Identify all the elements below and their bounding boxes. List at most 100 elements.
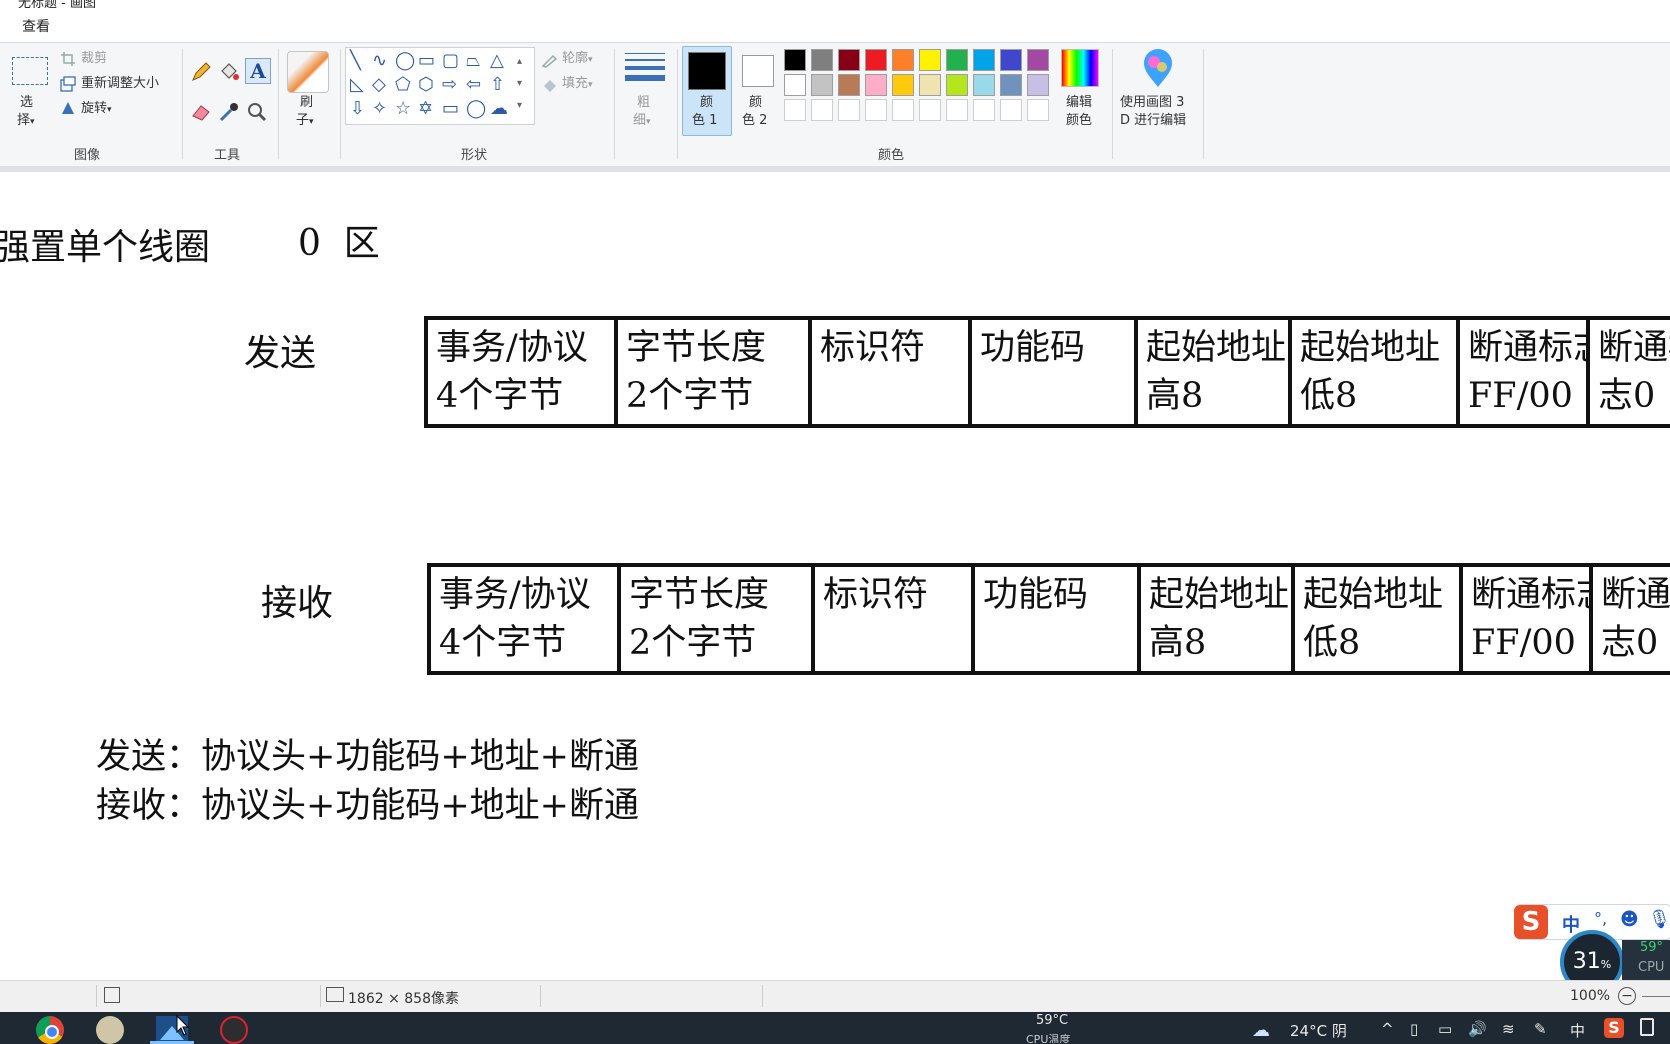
drawing-canvas[interactable]: 强置单个线圈 0 区 发送 接收 事务/协议 4个字节 字节长度 2个字节 标识符 功能码… bbox=[0, 172, 1670, 980]
right-triangle-shape-icon[interactable]: ◺ bbox=[350, 74, 364, 96]
palette-swatch[interactable] bbox=[973, 49, 995, 71]
zoom-out-icon[interactable]: − bbox=[1618, 987, 1636, 1005]
ime-indicator[interactable]: 中 bbox=[1570, 1020, 1585, 1041]
hexagon-shape-icon[interactable]: ⬡ bbox=[418, 74, 434, 96]
brush-icon[interactable] bbox=[287, 51, 329, 93]
pencil-icon[interactable] bbox=[190, 61, 212, 83]
diamond-shape-icon[interactable]: ◇ bbox=[372, 74, 386, 96]
crop-icon[interactable] bbox=[60, 51, 76, 67]
magnifier-icon[interactable] bbox=[246, 101, 268, 123]
outline-button[interactable]: 轮廓▾ bbox=[562, 49, 593, 70]
wifi-icon[interactable]: ≋ bbox=[1502, 1020, 1515, 1038]
palette-swatch[interactable] bbox=[811, 74, 833, 96]
emoji-icon[interactable]: ☻ bbox=[1620, 909, 1639, 930]
palette-swatch[interactable] bbox=[973, 74, 995, 96]
rotate-icon[interactable] bbox=[60, 100, 76, 116]
eraser-icon[interactable] bbox=[190, 101, 212, 123]
palette-swatch[interactable] bbox=[892, 74, 914, 96]
star5-shape-icon[interactable]: ☆ bbox=[395, 98, 411, 120]
notification-icon[interactable] bbox=[1640, 1018, 1654, 1036]
frame-cell: 标识符 bbox=[812, 320, 972, 424]
arrow-down-shape-icon[interactable]: ⇩ bbox=[350, 98, 365, 120]
weather-text[interactable]: 24°C 阴 bbox=[1290, 1020, 1347, 1041]
cloud-shape-icon[interactable]: ☁ bbox=[490, 98, 508, 120]
palette-swatch-empty[interactable] bbox=[1027, 99, 1049, 121]
palette-swatch[interactable] bbox=[784, 74, 806, 96]
palette-swatch-empty[interactable] bbox=[1000, 99, 1022, 121]
palette-swatch[interactable] bbox=[838, 74, 860, 96]
pen-icon[interactable]: ✎ bbox=[1534, 1020, 1547, 1038]
paint3d-label-2[interactable]: D 进行编辑 bbox=[1120, 111, 1186, 131]
paint3d-label-1[interactable]: 使用画图 3 bbox=[1120, 93, 1184, 113]
palette-swatch[interactable] bbox=[865, 74, 887, 96]
edit-colors-icon[interactable] bbox=[1061, 49, 1099, 87]
callout-oval-shape-icon[interactable]: ◯ bbox=[466, 98, 486, 120]
weather-icon[interactable]: ☁ bbox=[1252, 1020, 1270, 1041]
color2-swatch[interactable] bbox=[742, 55, 774, 87]
callout-rect-shape-icon[interactable]: ▭ bbox=[442, 98, 459, 120]
outline-icon[interactable] bbox=[541, 52, 557, 68]
curve-shape-icon[interactable]: ∿ bbox=[372, 50, 387, 72]
pentagon-shape-icon[interactable]: ⬠ bbox=[395, 74, 411, 96]
select-icon[interactable] bbox=[12, 57, 48, 85]
paint-app-icon[interactable] bbox=[96, 1016, 124, 1044]
sogou-tray-icon[interactable]: S bbox=[1604, 1018, 1624, 1038]
palette-swatch[interactable] bbox=[946, 74, 968, 96]
triangle-shape-icon[interactable]: △ bbox=[490, 50, 504, 72]
palette-swatch[interactable] bbox=[1000, 49, 1022, 71]
zoom-slider[interactable] bbox=[1642, 996, 1670, 997]
resize-icon[interactable] bbox=[60, 76, 76, 92]
text-tool-icon[interactable]: A bbox=[245, 58, 271, 84]
palette-swatch[interactable] bbox=[1000, 74, 1022, 96]
title-bar: 无标题 - 画图 bbox=[0, 0, 1670, 8]
fill-button[interactable]: 填充▾ bbox=[562, 74, 593, 95]
palette-swatch[interactable] bbox=[1027, 74, 1049, 96]
paint3d-icon[interactable] bbox=[1140, 49, 1176, 89]
ime-punct[interactable]: °, bbox=[1594, 909, 1607, 928]
rotate-button[interactable]: 旋转▾ bbox=[81, 99, 112, 120]
palette-swatch[interactable] bbox=[838, 49, 860, 71]
palette-swatch-empty[interactable] bbox=[865, 99, 887, 121]
color-picker-icon[interactable] bbox=[218, 101, 240, 123]
shapes-scroll[interactable]: ▴ ▾ ▾ bbox=[517, 51, 522, 117]
palette-swatch-empty[interactable] bbox=[919, 99, 941, 121]
arrow-left-shape-icon[interactable]: ⇦ bbox=[466, 74, 481, 96]
mic-icon[interactable]: 🎙 bbox=[1648, 909, 1670, 930]
palette-swatch[interactable] bbox=[865, 49, 887, 71]
volume-icon[interactable]: 🔊 bbox=[1468, 1020, 1487, 1038]
rounded-rect-shape-icon[interactable]: ▢ bbox=[442, 50, 459, 72]
palette-swatch[interactable] bbox=[1027, 49, 1049, 71]
tab-view[interactable]: 查看 bbox=[22, 16, 50, 36]
oval-shape-icon[interactable]: ◯ bbox=[395, 50, 415, 72]
star6-shape-icon[interactable]: ✡ bbox=[418, 98, 433, 120]
star4-shape-icon[interactable]: ✧ bbox=[372, 98, 387, 120]
palette-swatch[interactable] bbox=[784, 49, 806, 71]
line-shape-icon[interactable]: ╲ bbox=[350, 50, 361, 72]
palette-swatch-empty[interactable] bbox=[973, 99, 995, 121]
line-size-icon[interactable] bbox=[625, 53, 665, 85]
palette-swatch-empty[interactable] bbox=[784, 99, 806, 121]
palette-swatch[interactable] bbox=[892, 49, 914, 71]
palette-swatch[interactable] bbox=[919, 74, 941, 96]
palette-swatch[interactable] bbox=[811, 49, 833, 71]
usb-icon[interactable]: ▯ bbox=[1410, 1020, 1418, 1038]
rectangle-shape-icon[interactable]: ▭ bbox=[418, 50, 435, 72]
size-line-thickest bbox=[625, 75, 665, 81]
palette-swatch[interactable] bbox=[919, 49, 941, 71]
battery-icon[interactable]: ▭ bbox=[1438, 1020, 1452, 1038]
palette-swatch-empty[interactable] bbox=[946, 99, 968, 121]
polygon-shape-icon[interactable]: ⏢ bbox=[466, 50, 480, 72]
fill-icon[interactable] bbox=[541, 77, 559, 93]
arrow-right-shape-icon[interactable]: ⇨ bbox=[442, 74, 457, 96]
tray-chevron-icon[interactable]: ^ bbox=[1381, 1020, 1394, 1038]
resize-button[interactable]: 重新调整大小 bbox=[81, 74, 159, 94]
palette-swatch-empty[interactable] bbox=[811, 99, 833, 121]
palette-swatch-empty[interactable] bbox=[838, 99, 860, 121]
arrow-up-shape-icon[interactable]: ⇧ bbox=[490, 74, 505, 96]
palette-swatch-empty[interactable] bbox=[892, 99, 914, 121]
separator bbox=[340, 49, 341, 159]
recorder-app-icon[interactable] bbox=[220, 1016, 248, 1044]
fill-bucket-icon[interactable] bbox=[218, 61, 240, 83]
crop-button[interactable]: 裁剪 bbox=[81, 49, 107, 69]
palette-swatch[interactable] bbox=[946, 49, 968, 71]
